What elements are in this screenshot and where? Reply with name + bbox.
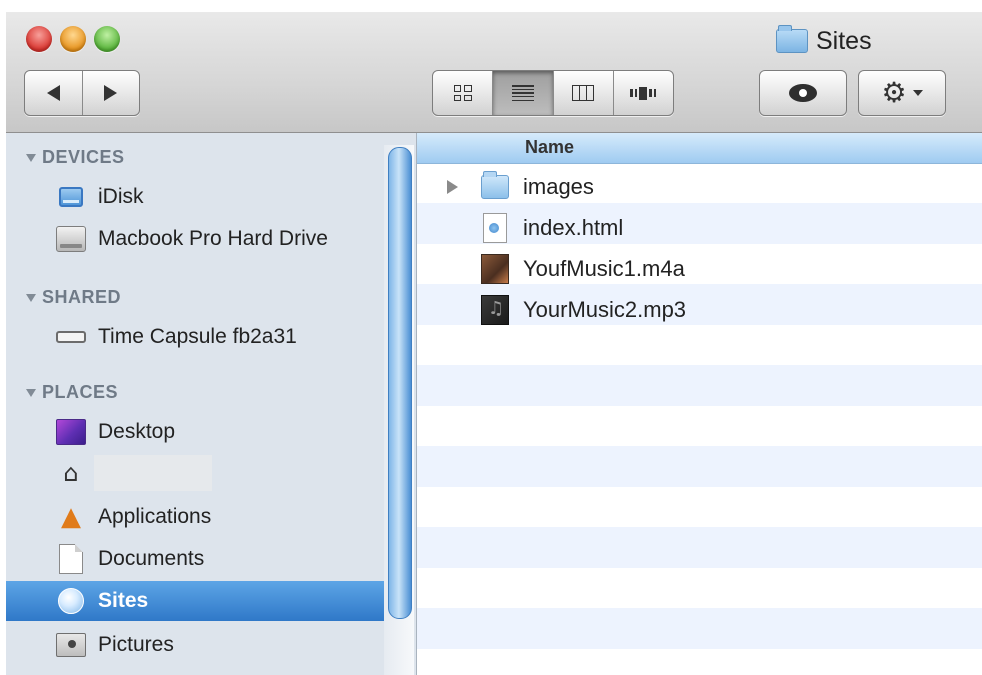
- file-name: index.html: [523, 215, 624, 240]
- forward-arrow-icon: [104, 85, 118, 101]
- sites-icon: [56, 588, 86, 614]
- list-view-icon: [511, 85, 534, 101]
- zoom-window-button[interactable]: [94, 26, 120, 52]
- sidebar-item-hard-drive[interactable]: Macbook Pro Hard Drive: [6, 219, 386, 259]
- sidebar-section-devices[interactable]: DEVICES: [26, 147, 125, 168]
- file-row-youfmusic1[interactable]: YoufMusic1.m4a: [417, 249, 982, 289]
- action-menu-button[interactable]: ⚙: [858, 70, 946, 116]
- disclosure-triangle-icon[interactable]: [447, 180, 458, 194]
- desktop-icon: [56, 419, 86, 445]
- column-view-button[interactable]: [552, 71, 613, 115]
- sidebar-scrollbar-thumb[interactable]: [388, 147, 412, 619]
- home-icon: ⌂: [63, 459, 79, 487]
- file-row-yourmusic2[interactable]: YourMusic2.mp3: [417, 290, 982, 330]
- sidebar-item-label: Sites: [98, 589, 149, 612]
- file-name: images: [523, 174, 594, 199]
- time-capsule-icon: [56, 324, 86, 350]
- hard-drive-icon: [56, 226, 86, 252]
- view-mode-group: [432, 70, 674, 116]
- quick-look-button[interactable]: [759, 70, 847, 116]
- section-header-label: DEVICES: [42, 147, 125, 167]
- sidebar-item-label: Applications: [98, 505, 212, 528]
- file-name: YourMusic2.mp3: [523, 297, 687, 322]
- file-row-index-html[interactable]: index.html: [417, 208, 982, 248]
- cover-flow-button[interactable]: [612, 71, 673, 115]
- audio-file-icon: [481, 254, 509, 284]
- window-title-text: Sites: [816, 26, 872, 55]
- sidebar-item-label: Macbook Pro Hard Drive: [98, 227, 328, 250]
- pictures-icon: [56, 632, 86, 658]
- folder-icon: [776, 25, 808, 53]
- idisk-icon: [56, 184, 86, 210]
- sidebar-item-pictures[interactable]: Pictures: [6, 625, 386, 665]
- back-forward-group: [24, 70, 140, 116]
- sidebar-item-home[interactable]: ⌂: [6, 453, 386, 493]
- sidebar-item-label: Pictures: [98, 633, 174, 656]
- list-view-button[interactable]: [492, 71, 553, 115]
- sidebar-section-shared[interactable]: SHARED: [26, 287, 121, 308]
- redacted-username: [94, 455, 212, 491]
- section-header-label: SHARED: [42, 287, 122, 307]
- eye-icon: [789, 84, 817, 102]
- disclosure-triangle-icon: [26, 293, 36, 302]
- sidebar: DEVICES iDisk Macbook Pro Hard Drive SHA…: [6, 133, 417, 675]
- close-window-button[interactable]: [26, 26, 52, 52]
- sidebar-item-time-capsule[interactable]: Time Capsule fb2a31: [6, 317, 386, 357]
- applications-icon: ▲: [61, 502, 81, 532]
- gear-icon: ⚙: [881, 76, 907, 109]
- forward-button[interactable]: [81, 71, 140, 115]
- sidebar-item-sites[interactable]: Sites: [6, 581, 386, 621]
- audio-file-icon: [481, 295, 509, 325]
- minimize-window-button[interactable]: [60, 26, 86, 52]
- column-header-label: Name: [525, 137, 575, 157]
- back-arrow-icon: [46, 85, 60, 101]
- window-title: Sites: [776, 25, 872, 56]
- file-row-images[interactable]: images: [417, 167, 982, 207]
- finder-window: Sites ⚙ DEVICES iDisk Macbook Pro Hard D…: [6, 12, 982, 675]
- cover-flow-icon: [630, 86, 657, 100]
- sidebar-item-label: Time Capsule fb2a31: [98, 325, 297, 348]
- toolbar: Sites ⚙: [6, 12, 982, 133]
- back-button[interactable]: [25, 71, 82, 115]
- sidebar-item-desktop[interactable]: Desktop: [6, 412, 386, 452]
- html-file-icon: [481, 213, 509, 243]
- sidebar-item-label: iDisk: [98, 185, 144, 208]
- disclosure-triangle-icon: [26, 153, 36, 162]
- folder-icon: [481, 171, 509, 201]
- documents-icon: [56, 544, 86, 574]
- sidebar-item-label: Documents: [98, 547, 205, 570]
- name-column-header[interactable]: Name: [417, 133, 982, 164]
- file-name: YoufMusic1.m4a: [523, 256, 685, 281]
- disclosure-triangle-icon: [26, 388, 36, 397]
- chevron-down-icon: [912, 90, 923, 96]
- sidebar-item-label: Desktop: [98, 420, 176, 443]
- sidebar-item-idisk[interactable]: iDisk: [6, 177, 386, 217]
- column-view-icon: [572, 85, 595, 101]
- icon-view-button[interactable]: [433, 71, 492, 115]
- sidebar-section-places[interactable]: PLACES: [26, 382, 118, 403]
- sidebar-item-applications[interactable]: ▲ Applications: [6, 497, 386, 537]
- sidebar-item-documents[interactable]: Documents: [6, 539, 386, 579]
- section-header-label: PLACES: [42, 382, 119, 402]
- file-list: Name images index.html YoufMusic1.m4a Yo…: [417, 133, 982, 675]
- icon-view-icon: [453, 85, 472, 101]
